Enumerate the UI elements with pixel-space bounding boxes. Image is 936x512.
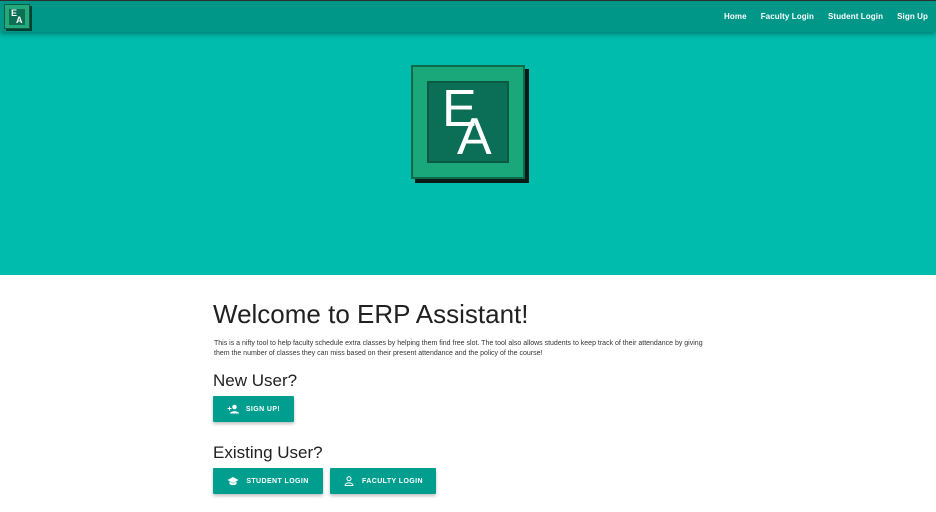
new-user-heading: New User? xyxy=(213,371,298,390)
faculty-login-button[interactable]: FACULTY LOGIN xyxy=(330,468,436,494)
nav-link-sign-up[interactable]: Sign Up xyxy=(897,12,928,21)
hero-logo-mark: E A xyxy=(427,81,509,163)
signup-button[interactable]: SIGN UP! xyxy=(213,396,294,422)
person-icon xyxy=(343,475,355,487)
student-login-button-label: STUDENT LOGIN xyxy=(246,477,309,485)
nav-logo-mark: E A xyxy=(9,9,25,25)
nav-logo[interactable]: E A xyxy=(4,4,30,29)
nav-logo-letter-a: A xyxy=(16,15,23,25)
existing-user-heading: Existing User? xyxy=(213,443,323,462)
hero-banner: E A xyxy=(0,32,936,275)
signup-button-label: SIGN UP! xyxy=(245,405,281,413)
hero-logo: E A xyxy=(411,65,525,179)
nav-link-home[interactable]: Home xyxy=(724,12,747,21)
person-add-icon xyxy=(227,403,239,415)
top-navbar: E A Home Faculty Login Student Login Sig… xyxy=(0,0,936,32)
nav-link-faculty-login[interactable]: Faculty Login xyxy=(761,12,814,21)
page-description: This is a nifty tool to help faculty sch… xyxy=(214,340,703,357)
faculty-login-button-label: FACULTY LOGIN xyxy=(362,477,423,485)
page-title: Welcome to ERP Assistant! xyxy=(213,299,529,329)
nav-links: Home Faculty Login Student Login Sign Up xyxy=(710,1,928,32)
hero-logo-letter-a: A xyxy=(457,108,492,163)
nav-link-student-login[interactable]: Student Login xyxy=(828,12,883,21)
graduation-cap-icon xyxy=(227,475,239,487)
student-login-button[interactable]: STUDENT LOGIN xyxy=(213,468,323,494)
